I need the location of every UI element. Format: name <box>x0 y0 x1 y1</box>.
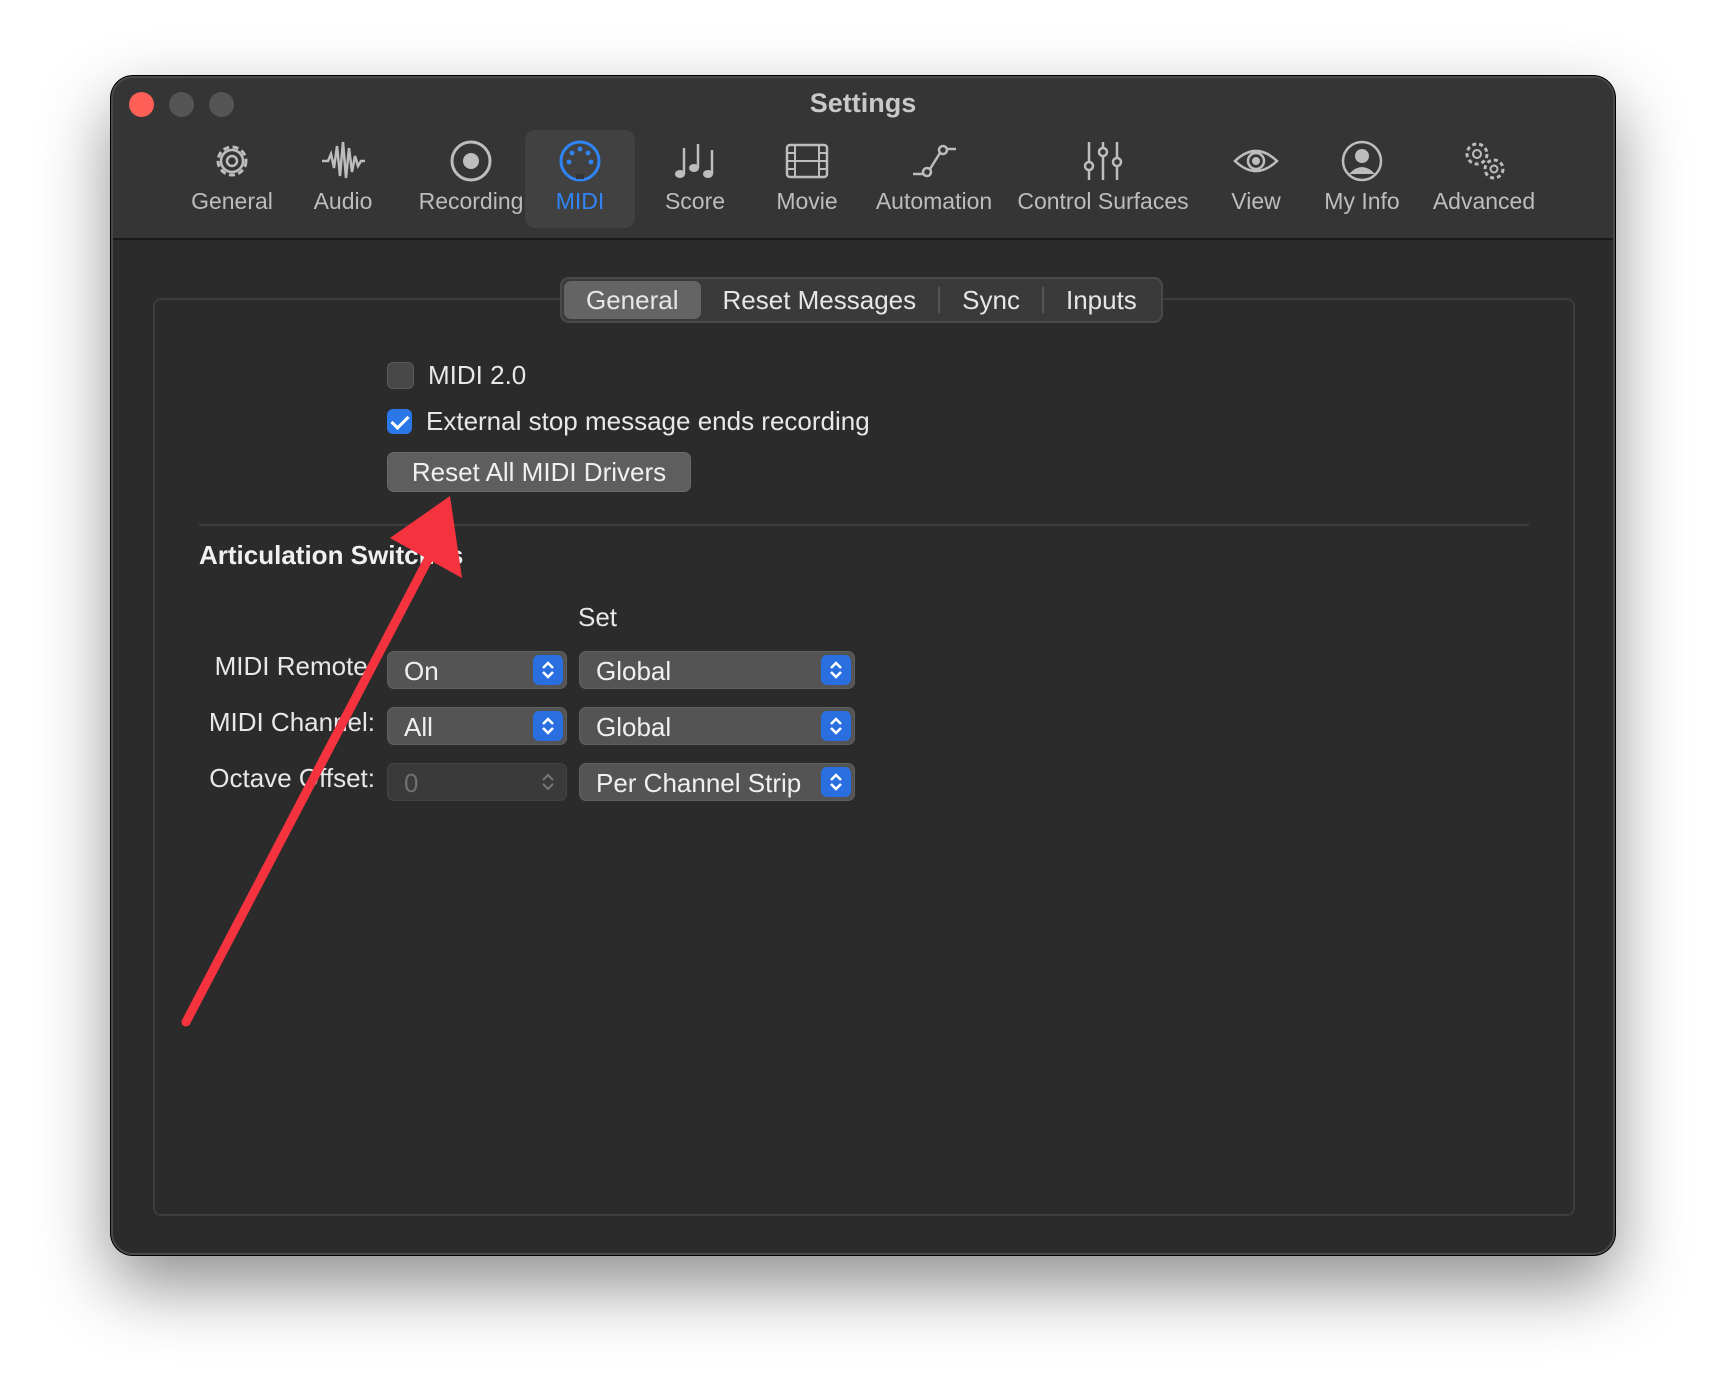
toolbar-item-score[interactable]: Score <box>643 134 747 224</box>
toolbar-item-advanced[interactable]: Advanced <box>1425 134 1543 224</box>
section-title: Articulation Switches <box>199 540 464 570</box>
midi2-checkbox[interactable] <box>387 362 414 389</box>
toolbar-item-recording[interactable]: Recording <box>403 134 539 224</box>
chevron-up-down-icon <box>533 767 563 797</box>
person-circle-icon <box>1341 140 1383 182</box>
chevron-up-down-icon <box>821 655 851 685</box>
tab-general[interactable]: General <box>564 281 701 319</box>
octave-offset-stepper: 0 <box>387 763 567 801</box>
midi-channel-value: All <box>404 712 433 742</box>
reset-all-midi-drivers-button[interactable]: Reset All MIDI Drivers <box>387 452 691 492</box>
toolbar-label: General <box>191 188 273 214</box>
chevron-up-down-icon <box>533 711 563 741</box>
toolbar-item-movie[interactable]: Movie <box>755 134 859 224</box>
toolbar-item-control-surfaces[interactable]: Control Surfaces <box>1013 134 1193 224</box>
music-notes-icon <box>675 144 714 178</box>
midi-channel-set-popup[interactable]: Global <box>579 707 855 745</box>
external-stop-row[interactable]: External stop message ends recording <box>387 406 870 437</box>
chevron-up-down-icon <box>533 655 563 685</box>
midi-channel-label: MIDI Channel: <box>208 707 375 737</box>
midi-remote-set-value: Global <box>596 656 672 686</box>
record-icon <box>450 140 492 182</box>
midi-remote-popup[interactable]: On <box>387 651 567 689</box>
title-bar: Settings General Audio Recording MIDI Sc… <box>113 78 1613 240</box>
toolbar-label: Movie <box>776 188 838 214</box>
toolbar-item-my-info[interactable]: My Info <box>1311 134 1413 224</box>
waveform-icon <box>322 141 365 179</box>
chevron-up-down-icon <box>821 767 851 797</box>
midi-channel-popup[interactable]: All <box>387 707 567 745</box>
external-stop-checkbox[interactable] <box>387 409 412 434</box>
gear-icon <box>216 145 248 177</box>
tab-inputs[interactable]: Inputs <box>1044 281 1159 319</box>
toolbar-label: Recording <box>418 188 524 214</box>
tab-sync[interactable]: Sync <box>940 281 1042 319</box>
midi-remote-label: MIDI Remote: <box>214 651 375 681</box>
toolbar-item-view[interactable]: View <box>1213 134 1299 224</box>
section-divider <box>199 524 1529 526</box>
toolbar-item-audio[interactable]: Audio <box>293 134 393 224</box>
gears-icon <box>1465 142 1505 180</box>
midi2-label: MIDI 2.0 <box>428 360 527 390</box>
toolbar-label: View <box>1231 188 1281 214</box>
toolbar-label: Score <box>664 188 726 214</box>
tab-bar: General Reset Messages Sync Inputs <box>560 277 1163 323</box>
toolbar-label: Control Surfaces <box>1017 188 1189 214</box>
tab-reset-messages[interactable]: Reset Messages <box>701 281 939 319</box>
external-stop-label: External stop message ends recording <box>426 406 870 436</box>
toolbar-label: My Info <box>1324 188 1400 214</box>
chevron-up-down-icon <box>821 711 851 741</box>
octave-offset-set-value: Per Channel Strip <box>596 768 802 798</box>
toolbar-item-automation[interactable]: Automation <box>867 134 1001 224</box>
midi-remote-value: On <box>404 656 439 686</box>
midi-port-icon <box>559 140 601 182</box>
toolbar-label: Automation <box>875 188 993 214</box>
toolbar-item-general[interactable]: General <box>177 134 287 224</box>
midi-channel-set-value: Global <box>596 712 672 742</box>
window-title: Settings <box>809 88 917 118</box>
film-icon <box>785 143 829 179</box>
octave-offset-value: 0 <box>404 768 419 798</box>
octave-offset-label: Octave Offset: <box>209 763 375 793</box>
toolbar-item-midi[interactable]: MIDI <box>525 130 635 228</box>
toolbar-label: Advanced <box>1432 188 1536 214</box>
toolbar-label: Audio <box>313 188 373 214</box>
set-column-header: Set <box>578 602 618 632</box>
midi2-row[interactable]: MIDI 2.0 <box>387 360 526 391</box>
settings-window: Settings General Audio Recording MIDI Sc… <box>111 76 1615 1255</box>
midi-remote-set-popup[interactable]: Global <box>579 651 855 689</box>
eye-icon <box>1233 149 1279 173</box>
toolbar-label: MIDI <box>555 188 605 214</box>
automation-curve-icon <box>913 144 956 178</box>
octave-offset-set-popup[interactable]: Per Channel Strip <box>579 763 855 801</box>
sliders-icon <box>1083 142 1123 180</box>
